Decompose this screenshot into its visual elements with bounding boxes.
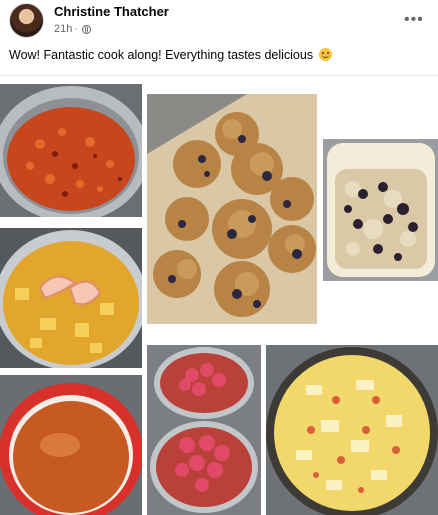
photo-frittata[interactable] (266, 345, 438, 515)
post-text: Wow! Fantastic cook along! Everything ta… (9, 48, 332, 62)
more-options-icon[interactable]: ••• (404, 11, 424, 29)
smiling-face-emoji-icon (318, 48, 332, 61)
photo-overnight-oats[interactable] (323, 139, 438, 281)
post-time[interactable]: 21h (54, 23, 72, 35)
photo-blueberry-muffins[interactable] (147, 94, 317, 324)
post-header: Christine Thatcher 21h · ••• (0, 0, 438, 40)
photo-red-soup[interactable] (0, 375, 142, 515)
photo-shrimp-soup[interactable] (0, 228, 142, 368)
meta-separator: · (74, 23, 79, 35)
globe-icon (82, 24, 92, 34)
photo-tomato-stew[interactable] (0, 84, 142, 217)
author-name[interactable]: Christine Thatcher (54, 4, 169, 19)
post-text-body: Wow! Fantastic cook along! Everything ta… (9, 48, 314, 62)
photo-raspberry-bowls[interactable] (147, 345, 261, 515)
post-meta: 21h · (54, 23, 92, 35)
author-avatar[interactable] (9, 3, 44, 38)
divider (0, 75, 438, 76)
